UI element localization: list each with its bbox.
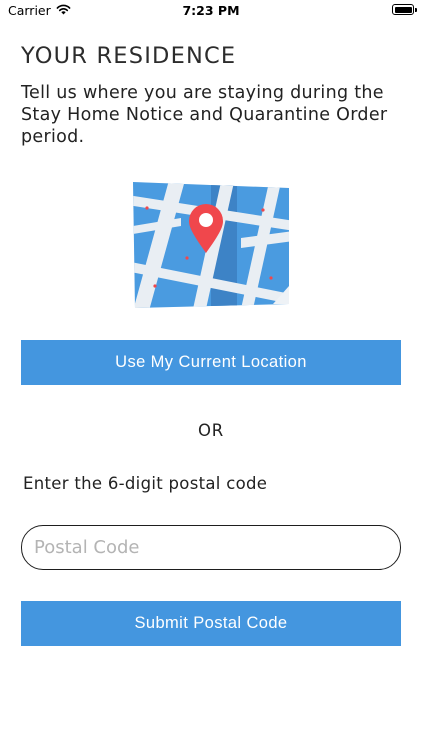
use-current-location-button[interactable]: Use My Current Location (21, 340, 401, 385)
status-bar: Carrier 7:23 PM (0, 0, 422, 22)
or-divider-label: OR (197, 421, 225, 440)
clock: 7:23 PM (182, 3, 240, 18)
submit-postal-code-button[interactable]: Submit Postal Code (21, 601, 401, 646)
postal-code-prompt: Enter the 6-digit postal code (23, 474, 268, 493)
map-pin-illustration (131, 178, 291, 312)
page-title: YOUR RESIDENCE (21, 43, 237, 69)
intro-text: Tell us where you are staying during the… (21, 83, 388, 147)
battery-icon (392, 4, 417, 15)
postal-code-input[interactable] (21, 525, 401, 570)
